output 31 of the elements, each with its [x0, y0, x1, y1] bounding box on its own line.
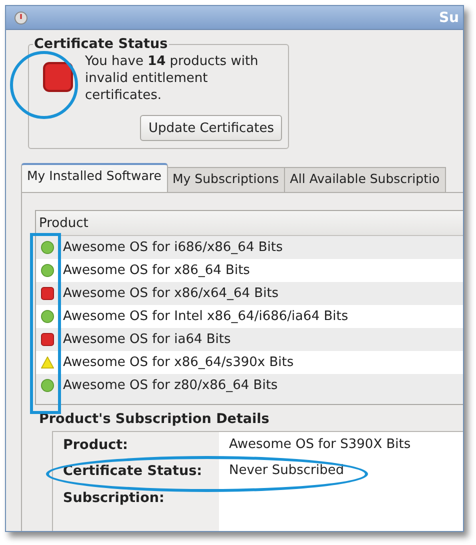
product-name: Awesome OS for x86_64 Bits	[63, 263, 250, 278]
status-circle-icon	[40, 379, 54, 392]
section-title: Product's Subscription Details	[39, 411, 270, 427]
product-name: Awesome OS for z80/x86_64 Bits	[63, 378, 278, 393]
product-name: Awesome OS for x86_64/s390x Bits	[63, 355, 294, 370]
field-value: Never Subscribed	[229, 463, 344, 478]
table-row[interactable]: Awesome OS for i686/x86_64 Bits	[36, 236, 463, 259]
column-header[interactable]: Product	[36, 216, 88, 230]
status-square-icon	[40, 287, 54, 300]
window-title: Su	[438, 10, 459, 26]
tab[interactable]: All Available Subscriptio	[284, 167, 446, 192]
table-row[interactable]: Awesome OS for z80/x86_64 Bits	[36, 374, 463, 397]
product-name: Awesome OS for i686/x86_64 Bits	[63, 240, 283, 255]
window-icon[interactable]	[14, 10, 28, 24]
status-circle-icon	[40, 264, 54, 277]
status-circle-icon	[40, 310, 54, 323]
product-name: Awesome OS for Intel x86_64/i686/ia64 Bits	[63, 309, 348, 324]
status-circle-icon	[40, 241, 54, 254]
product-name: Awesome OS for x86/x64_64 Bits	[63, 286, 279, 301]
highlight-circle	[10, 51, 78, 119]
product-name: Awesome OS for ia64 Bits	[63, 332, 231, 347]
warning-triangle-icon	[40, 356, 54, 369]
tab[interactable]: My Subscriptions	[166, 167, 285, 192]
status-message: You have 14 products with invalid entitlement certificates.	[85, 53, 260, 104]
status-square-icon	[43, 62, 73, 92]
field-value: Awesome OS for S390X Bits	[229, 437, 411, 452]
table-row[interactable]: Awesome OS for ia64 Bits	[36, 328, 463, 351]
status-square-icon	[40, 333, 54, 346]
update-certificates-button[interactable]: Update Certificates	[140, 115, 282, 141]
table-row[interactable]: Awesome OS for x86/x64_64 Bits	[36, 282, 463, 305]
tab[interactable]: My Installed Software	[21, 163, 168, 192]
